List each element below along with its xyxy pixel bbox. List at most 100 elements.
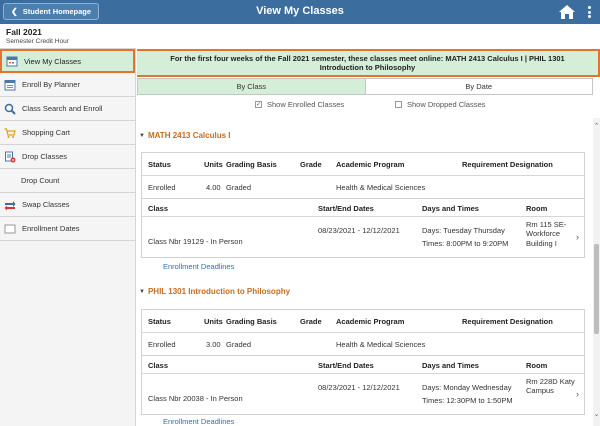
enrolled-filter-label: Show Enrolled Classes (267, 100, 345, 109)
section-header-row: Class Start/End Dates Days and Times Roo… (142, 356, 584, 374)
planner-icon (4, 79, 16, 91)
sidebar-item-drop-count[interactable]: Drop Count (0, 169, 135, 193)
kebab-dot-icon (587, 6, 591, 9)
requirement-header: Requirement Designation (462, 160, 553, 169)
grade-header: Grade (300, 317, 322, 326)
requirement-header: Requirement Designation (462, 317, 553, 326)
class-section-card: Class Start/End Dates Days and Times Roo… (141, 198, 585, 258)
units-header: Units (204, 160, 223, 169)
home-button[interactable] (556, 3, 578, 21)
term-info: Fall 2021 Semester Credit Hour (6, 27, 69, 45)
program-value: Health & Medical Sciences (336, 340, 426, 349)
view-tabs: By Class By Date (137, 78, 593, 95)
grading-header: Grading Basis (226, 317, 277, 326)
sidebar-item-label: View My Classes (24, 56, 81, 66)
room-header: Room (526, 361, 548, 370)
units-value: 3.00 (206, 340, 221, 349)
cart-icon (4, 127, 16, 139)
course-title: PHIL 1301 Introduction to Philosophy (147, 287, 291, 296)
grading-header: Grading Basis (226, 160, 277, 169)
term-name: Fall 2021 (6, 27, 42, 37)
kebab-dot-icon (587, 15, 591, 18)
dates-icon (4, 223, 16, 235)
swap-icon (4, 199, 16, 211)
sidebar-item-shopping-cart[interactable]: Shopping Cart (0, 121, 135, 145)
status-header: Status (148, 317, 171, 326)
sidebar-item-enrollment-dates[interactable]: Enrollment Dates (0, 217, 135, 241)
status-value: Enrolled (148, 340, 176, 349)
program-value: Health & Medical Sciences (336, 183, 426, 192)
show-dropped-filter[interactable]: Show Dropped Classes (395, 100, 485, 109)
top-bar: ❮ Student Homepage View My Classes (0, 0, 600, 24)
room-header: Room (526, 204, 548, 213)
collapse-triangle-icon: ▼ (139, 132, 145, 139)
summary-data-row: Enrolled 4.00 Graded Health & Medical Sc… (142, 176, 584, 198)
dropped-filter-label: Show Dropped Classes (407, 100, 486, 109)
tab-by-date[interactable]: By Date (366, 79, 593, 94)
enrollment-deadlines-link[interactable]: Enrollment Deadlines (163, 262, 234, 271)
show-enrolled-filter[interactable]: ✓ Show Enrolled Classes (255, 100, 344, 109)
sidebar-item-label: Shopping Cart (22, 128, 70, 137)
days-header: Days and Times (422, 204, 479, 213)
program-header: Academic Program (336, 160, 405, 169)
dates-value: 08/23/2021 - 12/12/2021 (318, 383, 400, 392)
search-icon (4, 103, 16, 115)
enrolled-checkbox[interactable]: ✓ (255, 101, 262, 108)
sidebar-item-label: Drop Classes (22, 152, 68, 161)
class-value: Class Nbr 20038 - In Person (148, 394, 243, 403)
scroll-up-icon[interactable]: ⌃ (593, 122, 600, 130)
enrollment-summary-card: Status Units Grading Basis Grade Academi… (141, 309, 585, 356)
sidebar-item-view-my-classes[interactable]: View My Classes (0, 49, 135, 73)
chevron-right-icon: › (576, 232, 579, 242)
kebab-dot-icon (587, 10, 591, 14)
sidebar-item-label: Class Search and Enroll (22, 104, 103, 113)
sidebar-item-drop-classes[interactable]: Drop Classes (0, 145, 135, 169)
class-header: Class (148, 361, 169, 370)
class-filters: ✓ Show Enrolled Classes Show Dropped Cla… (137, 100, 593, 112)
sidebar-item-label: Enroll By Planner (22, 80, 80, 89)
class-value: Class Nbr 19129 - In Person (148, 237, 243, 246)
units-value: 4.00 (206, 183, 221, 192)
sidebar-item-enroll-by-planner[interactable]: Enroll By Planner (0, 73, 135, 97)
dates-value: 08/23/2021 - 12/12/2021 (318, 226, 400, 235)
sidebar: View My Classes Enroll By Planner Class … (0, 48, 136, 426)
room-value: Rm 115 SE-Workforce Building I (526, 220, 567, 248)
drop-icon (4, 151, 16, 163)
section-data-row[interactable]: Class Nbr 19129 - In Person 08/23/2021 -… (142, 217, 584, 257)
enrollment-deadlines-link[interactable]: Enrollment Deadlines (163, 417, 234, 426)
sidebar-item-class-search[interactable]: Class Search and Enroll (0, 97, 135, 121)
sidebar-item-label: Swap Classes (22, 200, 70, 209)
course-header-phil-1301[interactable]: ▼ PHIL 1301 Introduction to Philosophy (139, 287, 290, 296)
section-data-row[interactable]: Class Nbr 20038 - In Person 08/23/2021 -… (142, 374, 584, 414)
dropped-checkbox[interactable] (395, 101, 402, 108)
sidebar-item-label: Enrollment Dates (22, 224, 80, 233)
days-value: Days: Monday Wednesday (422, 383, 512, 392)
section-header-row: Class Start/End Dates Days and Times Roo… (142, 199, 584, 217)
days-header: Days and Times (422, 361, 479, 370)
room-value: Rm 228D Katy Campus (526, 377, 575, 396)
more-options-button[interactable] (585, 4, 593, 20)
online-notice-banner: For the first four weeks of the Fall 202… (137, 49, 600, 77)
units-header: Units (204, 317, 223, 326)
scroll-down-icon[interactable]: ⌄ (593, 410, 600, 418)
grading-value: Graded (226, 340, 252, 349)
course-title: MATH 2413 Calculus I (147, 131, 231, 140)
course-header-math-2413[interactable]: ▼ MATH 2413 Calculus I (139, 131, 231, 140)
content-scrollbar[interactable]: ⌃ ⌄ (593, 118, 600, 426)
sidebar-item-label: Drop Count (21, 176, 60, 185)
days-value: Days: Tuesday Thursday (422, 226, 505, 235)
summary-header-row: Status Units Grading Basis Grade Academi… (142, 153, 584, 176)
grade-header: Grade (300, 160, 322, 169)
summary-data-row: Enrolled 3.00 Graded Health & Medical Sc… (142, 333, 584, 355)
status-header: Status (148, 160, 171, 169)
class-header: Class (148, 204, 169, 213)
program-header: Academic Program (336, 317, 405, 326)
calendar-icon (6, 55, 18, 67)
tab-by-class[interactable]: By Class (138, 79, 366, 94)
page-title: View My Classes (256, 5, 344, 17)
chevron-right-icon: › (576, 389, 579, 399)
enrollment-summary-card: Status Units Grading Basis Grade Academi… (141, 152, 585, 199)
sidebar-item-swap-classes[interactable]: Swap Classes (0, 193, 135, 217)
scroll-thumb[interactable] (594, 244, 599, 334)
class-section-card: Class Start/End Dates Days and Times Roo… (141, 355, 585, 415)
